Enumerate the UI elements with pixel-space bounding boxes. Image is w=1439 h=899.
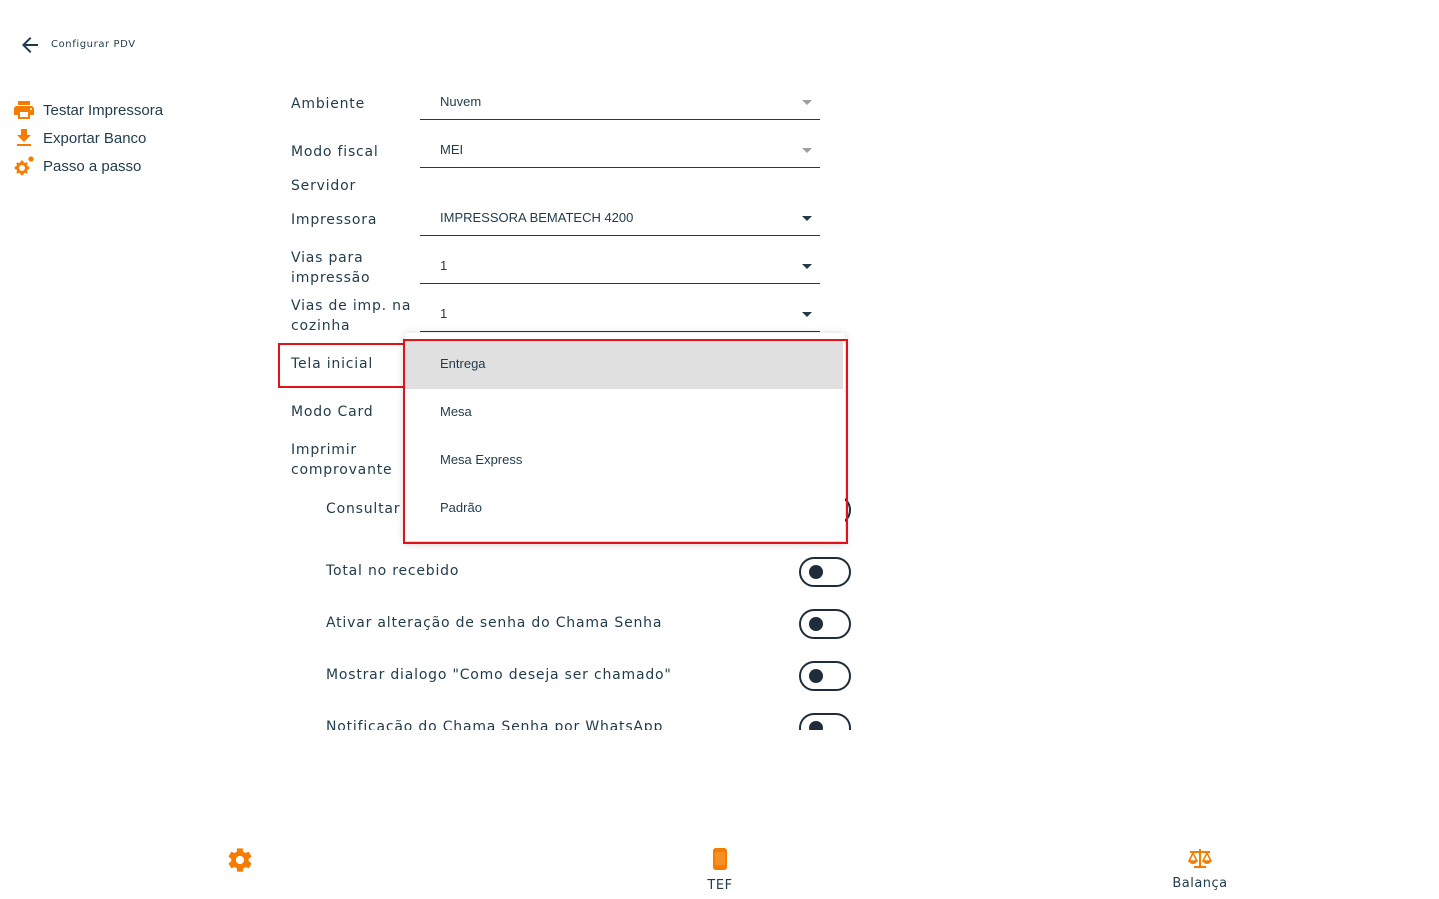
modo-fiscal-select[interactable]: MEI — [420, 137, 820, 168]
menu-item-entrega[interactable]: Entrega — [405, 341, 843, 389]
ambiente-select[interactable]: Nuvem — [420, 89, 820, 120]
tela-inicial-label: Tela inicial — [291, 356, 374, 372]
chevron-down-icon — [802, 100, 812, 105]
impressora-select[interactable]: IMPRESSORA BEMATECH 4200 — [420, 205, 820, 236]
scale-icon — [1187, 846, 1213, 874]
vias-cozinha-select[interactable]: 1 — [420, 301, 820, 332]
nav-tef-label: TEF — [707, 878, 733, 893]
toggle-label-whatsapp: Notificação do Chama Senha por WhatsApp — [326, 719, 664, 730]
mostrar-dialogo-toggle[interactable] — [799, 661, 851, 691]
vias-impressao-value: 1 — [440, 258, 448, 273]
vias-impressao-select[interactable]: 1 — [420, 253, 820, 284]
tela-inicial-dropdown-menu[interactable]: Entrega Mesa Mesa Express Padrão — [405, 333, 845, 541]
impressora-value: IMPRESSORA BEMATECH 4200 — [440, 210, 634, 225]
menu-item-mesa[interactable]: Mesa — [405, 389, 843, 437]
nav-balanca[interactable]: Balança — [1165, 846, 1235, 891]
whatsapp-toggle[interactable] — [799, 713, 851, 730]
toggle-knob — [809, 617, 823, 631]
chevron-down-icon — [802, 148, 812, 153]
vias-impressao-label: Vias para impressão — [291, 250, 371, 286]
nav-settings[interactable] — [226, 846, 254, 880]
nav-tef[interactable]: TEF — [700, 846, 740, 893]
menu-item-padrao[interactable]: Padrão — [405, 485, 843, 533]
chevron-down-icon — [802, 312, 812, 317]
servidor-label: Servidor — [291, 178, 357, 194]
modo-fiscal-value: MEI — [440, 142, 464, 157]
impressora-label: Impressora — [291, 212, 378, 228]
modo-fiscal-label: Modo fiscal — [291, 144, 379, 160]
alteracao-senha-toggle[interactable] — [799, 609, 851, 639]
vias-cozinha-label: Vias de imp. na cozinha — [291, 298, 412, 334]
toggle-knob — [809, 721, 823, 730]
toggle-label-total-recebido: Total no recebido — [326, 563, 460, 579]
imprimir-comprovante-label: Imprimir comprovante — [291, 442, 393, 478]
chevron-down-icon — [802, 264, 812, 269]
ambiente-value: Nuvem — [440, 94, 482, 109]
toggle-knob — [809, 565, 823, 579]
toggle-knob — [809, 669, 823, 683]
phone-icon — [708, 846, 732, 876]
toggle-label-mostrar-dialogo: Mostrar dialogo "Como deseja ser chamado… — [326, 667, 672, 683]
vias-cozinha-value: 1 — [440, 306, 448, 321]
nav-balanca-label: Balança — [1172, 876, 1228, 891]
total-recebido-toggle[interactable] — [799, 557, 851, 587]
toggle-label-consultar: Consultar — [326, 501, 401, 517]
menu-item-mesa-express[interactable]: Mesa Express — [405, 437, 843, 485]
gear-icon — [226, 846, 254, 878]
modo-card-label: Modo Card — [291, 404, 374, 420]
toggle-label-alteracao-senha: Ativar alteração de senha do Chama Senha — [326, 615, 663, 631]
chevron-down-icon — [802, 216, 812, 221]
ambiente-label: Ambiente — [291, 96, 365, 112]
